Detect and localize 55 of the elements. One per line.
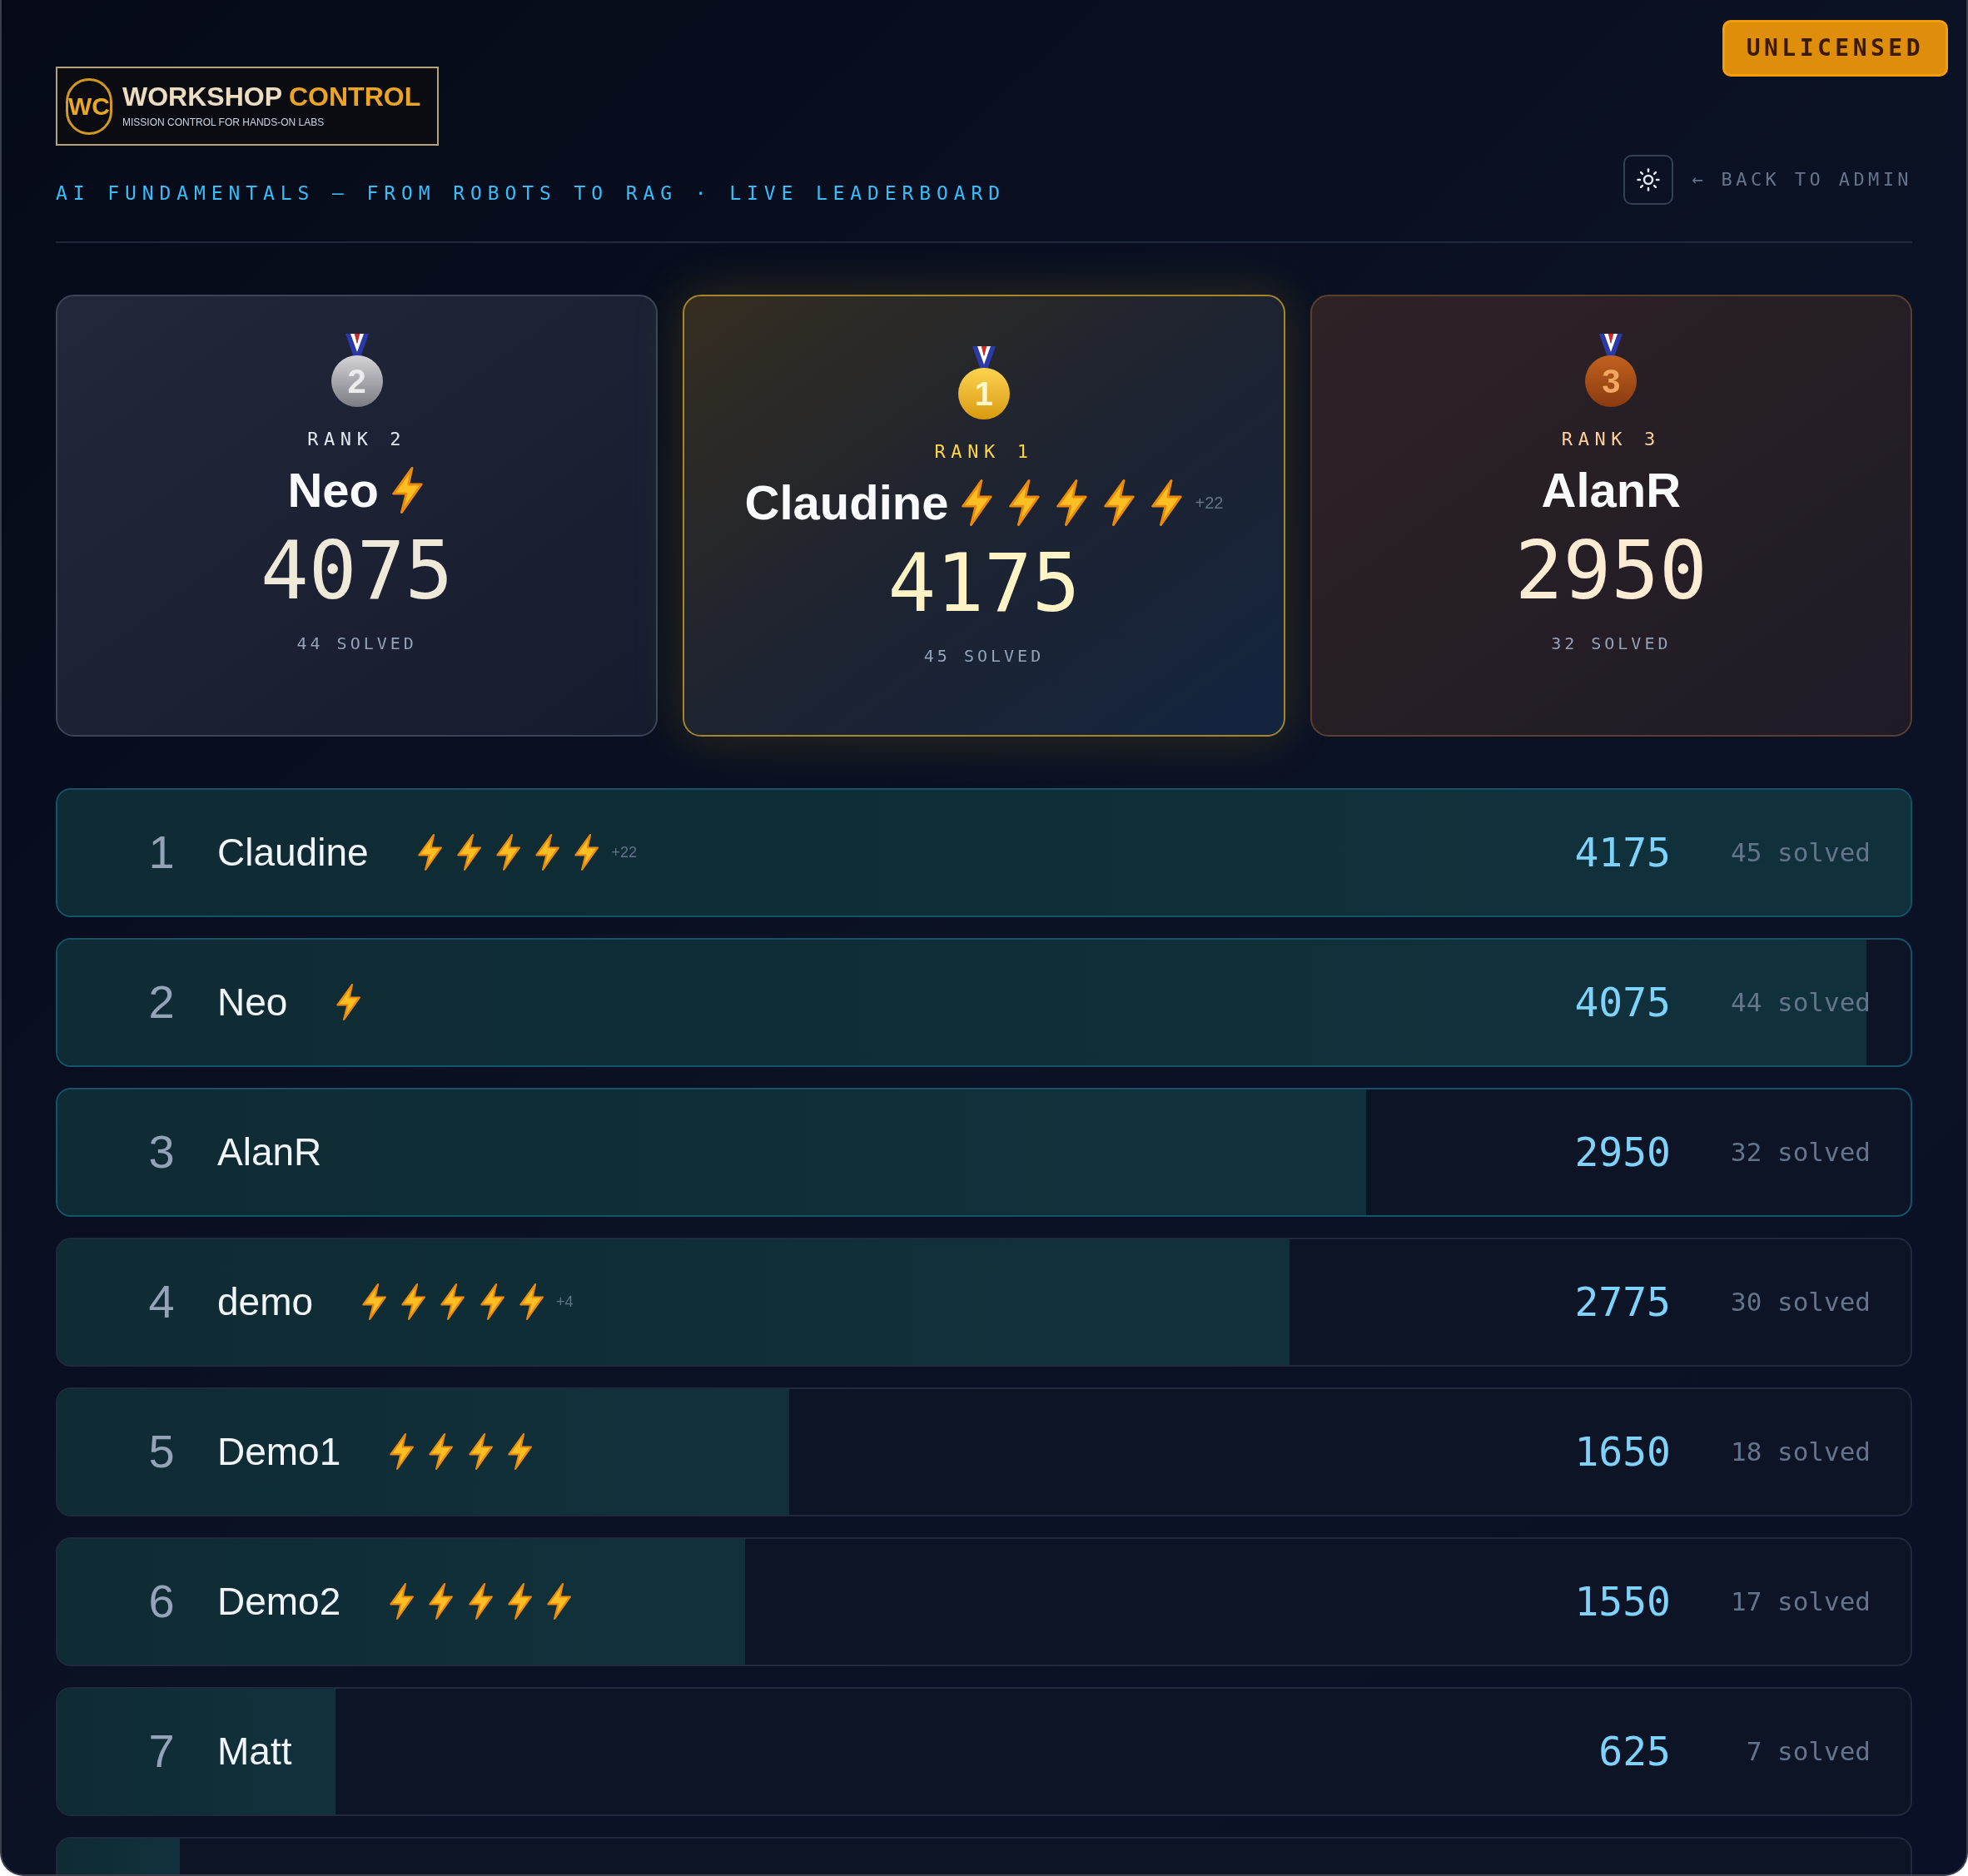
solved-count: 17 solved [1730, 1585, 1871, 1618]
extra-count: +22 [611, 842, 638, 862]
rank-label: RANK 1 [934, 439, 1034, 464]
logo-tagline: MISSION CONTROL FOR HANDS-ON LABS [122, 115, 326, 130]
player-name: Demo1 [217, 1428, 341, 1475]
player-name: Demo2 [217, 1578, 341, 1625]
solved-count: 30 solved [1730, 1285, 1871, 1318]
page-subtitle: AI FUNDAMENTALS — FROM ROBOTS TO RAG · LIVE LEADERBOARD [56, 181, 1006, 206]
player-name: AlanR [217, 1129, 322, 1175]
solved-count: 32 SOLVED [1551, 632, 1672, 655]
logo-mark: WC [66, 77, 112, 135]
medal: 1 [958, 367, 1010, 419]
extra-count: +4 [556, 1292, 574, 1312]
score: 4075 [261, 530, 454, 611]
solved-count: 45 SOLVED [923, 644, 1045, 668]
solved-count: 44 solved [1730, 985, 1871, 1019]
score: 1550 [1574, 1577, 1671, 1626]
player-name: Claudine [217, 829, 369, 876]
theme-toggle-button[interactable] [1623, 154, 1674, 205]
score: 4175 [1574, 828, 1671, 877]
rank-label: RANK 2 [307, 427, 407, 451]
player-name: Neo [217, 979, 288, 1025]
solved-count: 45 solved [1730, 836, 1871, 869]
rank-number: 4 [147, 1274, 176, 1329]
player-name: Matt [217, 1728, 292, 1774]
settings-sun-icon [1636, 166, 1662, 192]
medal: 2 [330, 355, 383, 407]
player-name: Neo [287, 465, 380, 514]
score: 625 [1598, 1727, 1671, 1776]
logo-title-accent: CONTROL [289, 82, 421, 110]
rank-number: 1 [147, 825, 176, 880]
back-to-admin-link[interactable]: ← BACK TO ADMIN [1692, 166, 1912, 193]
player-name: AlanR [1541, 465, 1682, 514]
solved-count: 7 solved [1745, 1735, 1871, 1768]
rank-number: 5 [147, 1424, 176, 1479]
score: 2950 [1514, 530, 1707, 611]
player-name: demo [217, 1278, 314, 1325]
rank-number: 7 [147, 1724, 176, 1779]
rank-number: 2 [147, 975, 176, 1030]
score: 2775 [1574, 1278, 1671, 1327]
solved-count: 44 SOLVED [296, 632, 417, 655]
score: 1650 [1574, 1427, 1671, 1476]
player-name: Claudine [744, 478, 949, 527]
score: 2950 [1574, 1128, 1671, 1177]
rank-label: RANK 3 [1561, 427, 1661, 451]
score: 4075 [1574, 978, 1671, 1027]
license-badge: UNLICENSED [1722, 20, 1948, 77]
solved-count: 18 solved [1730, 1435, 1871, 1468]
extra-count: +22 [1195, 492, 1224, 514]
score: 4175 [887, 543, 1081, 623]
solved-count: 32 solved [1730, 1135, 1871, 1169]
rank-number: 6 [147, 1574, 176, 1629]
medal: 3 [1585, 355, 1638, 407]
rank-number: 3 [147, 1124, 176, 1179]
logo-title: WORKSHOP [122, 82, 282, 110]
